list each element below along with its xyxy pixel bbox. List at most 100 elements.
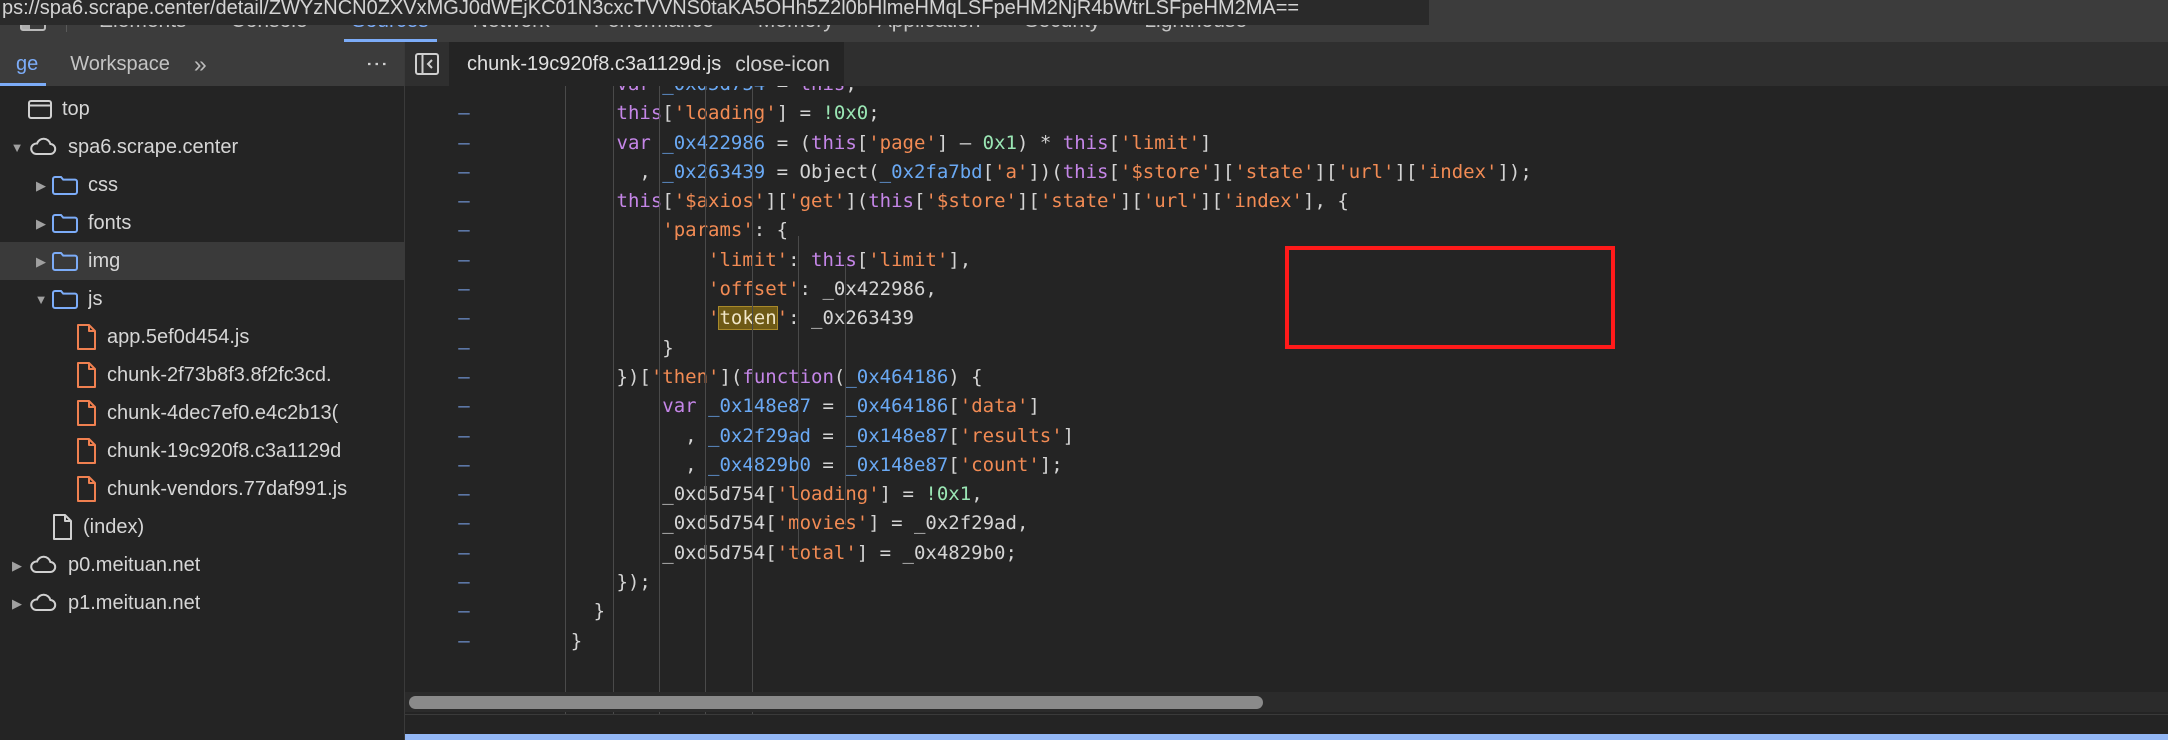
code-viewer[interactable]: var _0xd5d754 = this;– this['loading'] =…: [405, 86, 2168, 740]
line-gutter-marker[interactable]: –: [405, 304, 523, 333]
line-gutter-marker[interactable]: –: [405, 539, 523, 568]
line-gutter-marker[interactable]: –: [405, 187, 523, 216]
line-gutter-marker[interactable]: –: [405, 99, 523, 128]
navigator-panel: geWorkspace » ⋮ ▶top▼spa6.scrape.center▶…: [0, 42, 404, 740]
tree-item-row[interactable]: ▶ chunk-2f73b8f3.8f2fc3cd.: [0, 356, 404, 394]
editor-file-tab[interactable]: chunk-19c920f8.c3a1129d.js close-icon: [449, 42, 844, 86]
editor-panel: chunk-19c920f8.c3a1129d.js close-icon va…: [404, 42, 2168, 740]
line-gutter-marker[interactable]: –: [405, 627, 523, 656]
navigator-tabbar: ge Workspace » ⋮: [0, 42, 404, 86]
line-gutter-marker[interactable]: –: [405, 392, 523, 421]
line-gutter-marker[interactable]: –: [405, 275, 523, 304]
code-line: – }: [405, 597, 2168, 626]
tree-folder-row[interactable]: ▼ js: [0, 280, 404, 318]
file-js-icon: [76, 476, 97, 502]
chevron-right-icon: ▶: [6, 103, 28, 116]
code-line-text: 'offset': _0x422986,: [708, 278, 937, 301]
url-status-tooltip: ps://spa6.scrape.center/detail/ZWYzNCN0Z…: [0, 0, 1429, 25]
code-line-text: });: [525, 571, 651, 594]
chevron-right-icon[interactable]: ▶: [6, 559, 28, 572]
tree-folder-row[interactable]: ▶ css: [0, 166, 404, 204]
chevron-right-icon[interactable]: ▶: [30, 179, 52, 192]
tree-item-row[interactable]: ▶ (index): [0, 508, 404, 546]
tree-item-row[interactable]: ▶ p1.meituan.net: [0, 584, 404, 622]
close-icon[interactable]: close-icon: [735, 54, 830, 75]
code-line: – var _0x422986 = (this['page'] – 0x1) *…: [405, 129, 2168, 158]
line-gutter-marker[interactable]: –: [405, 129, 523, 158]
code-line: – , _0x263439 = Object(_0x2fa7bd['a'])(t…: [405, 158, 2168, 187]
navigator-tab-page[interactable]: ge: [0, 42, 54, 86]
line-gutter-marker[interactable]: –: [405, 216, 523, 245]
line-gutter-marker[interactable]: –: [405, 158, 523, 187]
scrollbar-thumb[interactable]: [409, 696, 1263, 709]
code-line-text: var _0x422986 = (this['page'] – 0x1) * t…: [616, 131, 1212, 154]
code-line: – _0xd5d754['movies'] = _0x2f29ad,: [405, 509, 2168, 538]
show-navigator-icon[interactable]: [405, 42, 449, 86]
tree-item-label: chunk-19c920f8.c3a1129d: [107, 439, 342, 462]
code-line: – 'token': _0x263439: [405, 304, 2168, 333]
tree-folder-row[interactable]: ▶ fonts: [0, 204, 404, 242]
code-line-text: _0xd5d754['movies'] = _0x2f29ad,: [662, 512, 1029, 535]
code-line: – this['$axios']['get'](this['$store']['…: [405, 187, 2168, 216]
navigator-tab-workspace[interactable]: Workspace: [54, 42, 186, 86]
tree-item-row[interactable]: ▶ p0.meituan.net: [0, 546, 404, 584]
devtools-body: geWorkspace » ⋮ ▶top▼spa6.scrape.center▶…: [0, 42, 2168, 740]
code-line: – _0xd5d754['loading'] = !0x1,: [405, 480, 2168, 509]
code-line: – 'limit': this['limit'],: [405, 246, 2168, 275]
line-gutter-marker[interactable]: –: [405, 334, 523, 363]
chevron-right-icon: ▶: [54, 369, 76, 382]
line-gutter-marker[interactable]: –: [405, 509, 523, 538]
file-tree[interactable]: ▶ top ▼ spa6.scrape.center ▶ css ▶ fonts ▶ img ▼ js…: [0, 86, 404, 740]
line-gutter-marker[interactable]: –: [405, 422, 523, 451]
editor-tabbar: chunk-19c920f8.c3a1129d.js close-icon: [405, 42, 2168, 86]
more-tabs-chevron-icon[interactable]: »: [186, 51, 213, 78]
file-js-icon: [76, 438, 97, 464]
chevron-right-icon[interactable]: ▶: [30, 217, 52, 230]
bottom-accent-line: [405, 734, 2168, 740]
tree-item-row[interactable]: ▶ app.5ef0d454.js: [0, 318, 404, 356]
folder-icon: [52, 213, 78, 233]
code-line-text: _0xd5d754['total'] = _0x4829b0;: [662, 541, 1017, 564]
tree-item-row[interactable]: ▼ spa6.scrape.center: [0, 128, 404, 166]
chevron-right-icon[interactable]: ▶: [30, 255, 52, 268]
code-line-text: 'limit': this['limit'],: [708, 248, 972, 271]
code-line: – 'offset': _0x422986,: [405, 275, 2168, 304]
line-gutter-marker[interactable]: –: [405, 568, 523, 597]
tree-item-label: spa6.scrape.center: [68, 135, 239, 158]
tree-item-label: p0.meituan.net: [68, 553, 201, 576]
navigator-menu-icon[interactable]: ⋮: [365, 53, 390, 75]
file-doc-icon: [52, 514, 73, 540]
line-gutter-marker[interactable]: –: [405, 597, 523, 626]
tree-folder-row[interactable]: ▶ img: [0, 242, 404, 280]
cloud-icon: [28, 593, 58, 613]
line-gutter-marker[interactable]: –: [405, 451, 523, 480]
code-line: – this['loading'] = !0x0;: [405, 99, 2168, 128]
tree-item-label: chunk-2f73b8f3.8f2fc3cd.: [107, 363, 332, 386]
code-line-text: }: [525, 629, 583, 652]
chevron-right-icon[interactable]: ▶: [6, 597, 28, 610]
code-line-text: this['loading'] = !0x0;: [616, 102, 880, 125]
tree-item-label: chunk-4dec7ef0.e4c2b13(: [107, 401, 339, 424]
line-gutter-marker[interactable]: –: [405, 246, 523, 275]
cloud-icon: [28, 137, 58, 157]
code-line-text: , _0x4829b0 = _0x148e87['count'];: [525, 453, 1063, 476]
horizontal-scrollbar[interactable]: [405, 692, 2168, 712]
line-gutter-marker[interactable]: –: [405, 363, 523, 392]
file-js-icon: [76, 400, 97, 426]
editor-file-tab-label: chunk-19c920f8.c3a1129d.js: [467, 52, 722, 75]
tree-item-label: chunk-vendors.77daf991.js: [107, 477, 348, 500]
code-line: – var _0x148e87 = _0x464186['data']: [405, 392, 2168, 421]
file-js-icon: [76, 362, 97, 388]
chevron-down-icon[interactable]: ▼: [30, 293, 52, 306]
tree-item-row[interactable]: ▶ chunk-4dec7ef0.e4c2b13(: [0, 394, 404, 432]
line-gutter-marker[interactable]: –: [405, 480, 523, 509]
code-line-text: }: [525, 336, 674, 359]
tree-item-label: top: [62, 97, 90, 120]
code-line: – }: [405, 334, 2168, 363]
tree-item-row[interactable]: ▶ chunk-19c920f8.c3a1129d: [0, 432, 404, 470]
tree-item-row[interactable]: ▶ top: [0, 90, 404, 128]
code-line-text: this['$axios']['get'](this['$store']['st…: [616, 190, 1349, 213]
chevron-down-icon[interactable]: ▼: [6, 141, 28, 154]
tree-item-row[interactable]: ▶ chunk-vendors.77daf991.js: [0, 470, 404, 508]
code-line: – _0xd5d754['total'] = _0x4829b0;: [405, 539, 2168, 568]
